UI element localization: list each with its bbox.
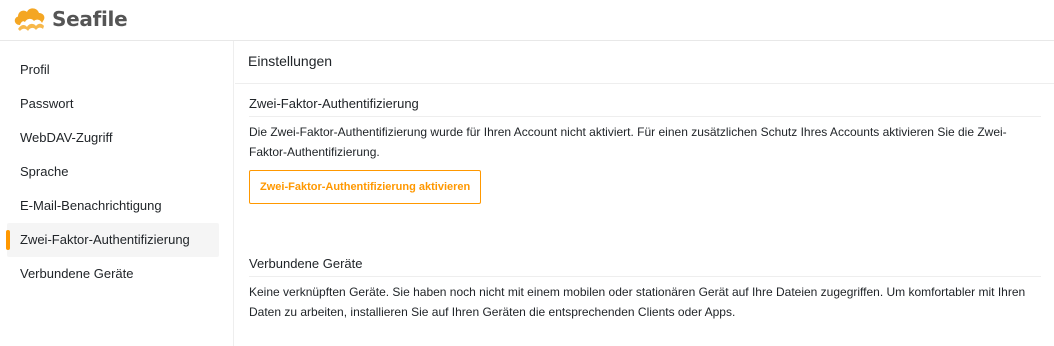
sidebar-item-profil[interactable]: Profil xyxy=(7,53,219,87)
sidebar-item-passwort[interactable]: Passwort xyxy=(7,87,219,121)
two-factor-title: Zwei-Faktor-Authentifizierung xyxy=(249,96,1041,117)
sidebar-item-sprache[interactable]: Sprache xyxy=(7,155,219,189)
sidebar-item-two-factor[interactable]: Zwei-Faktor-Authentifizierung xyxy=(6,223,219,257)
seafile-cloud-icon xyxy=(12,5,48,33)
settings-sidebar: Profil Passwort WebDAV-Zugriff Sprache E… xyxy=(0,41,234,346)
devices-section: Verbundene Geräte Keine verknüpften Gerä… xyxy=(249,256,1041,322)
sidebar-item-webdav[interactable]: WebDAV-Zugriff xyxy=(7,121,219,155)
top-bar: Seafile xyxy=(0,0,1054,41)
devices-title: Verbundene Geräte xyxy=(249,256,1041,277)
activate-two-factor-button[interactable]: Zwei-Faktor-Authentifizierung aktivieren xyxy=(249,170,482,204)
seafile-logo[interactable]: Seafile xyxy=(12,3,128,35)
two-factor-description: Die Zwei-Faktor-Authentifizierung wurde … xyxy=(249,125,1007,159)
devices-description: Keine verknüpften Geräte. Sie haben noch… xyxy=(249,285,1026,319)
app-name: Seafile xyxy=(52,7,128,31)
settings-nav: Profil Passwort WebDAV-Zugriff Sprache E… xyxy=(6,53,219,291)
page-title: Einstellungen xyxy=(235,41,1054,84)
sidebar-item-devices[interactable]: Verbundene Geräte xyxy=(7,257,219,291)
two-factor-section: Zwei-Faktor-Authentifizierung Die Zwei-F… xyxy=(249,96,1041,204)
sidebar-item-email-notification[interactable]: E-Mail-Benachrichtigung xyxy=(7,189,219,223)
settings-main: Einstellungen Zwei-Faktor-Authentifizier… xyxy=(235,41,1054,346)
